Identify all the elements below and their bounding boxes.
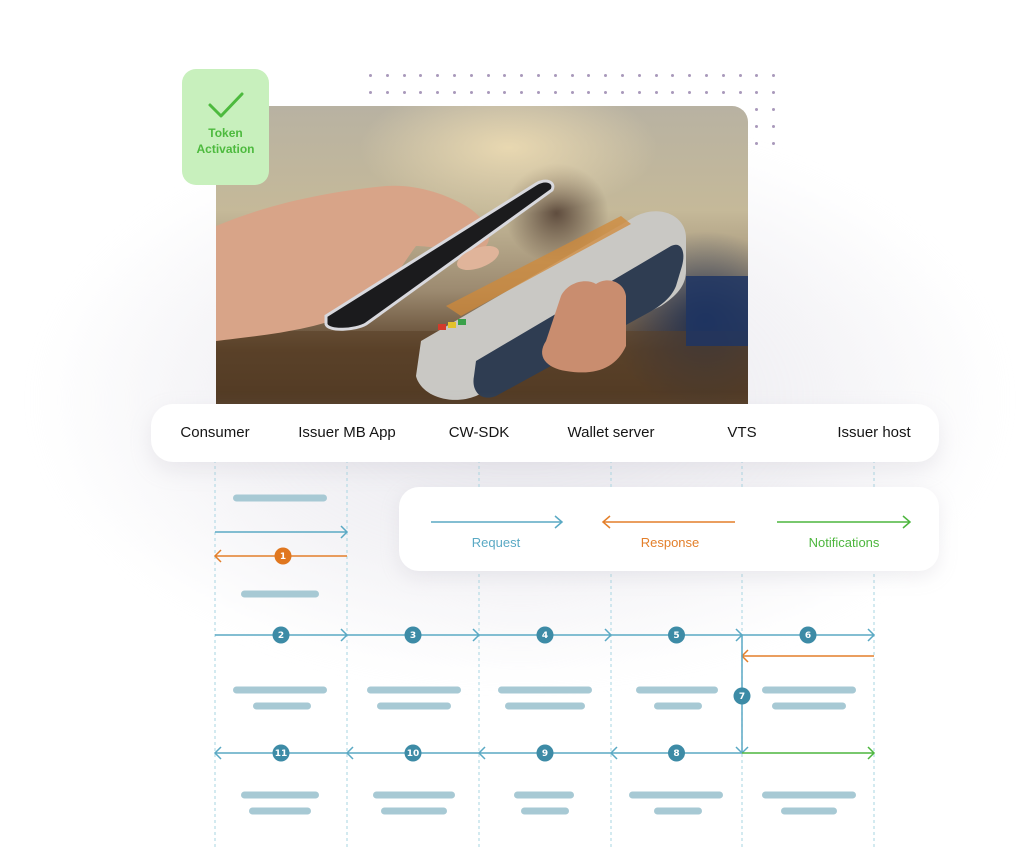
step-number: 4 bbox=[542, 631, 548, 641]
step-badge-6: 6 bbox=[799, 626, 817, 644]
placeholder-bar bbox=[381, 807, 447, 815]
lane-header-consumer: Consumer bbox=[180, 424, 250, 441]
step-badge-8: 8 bbox=[668, 744, 685, 762]
placeholder-bar bbox=[514, 791, 574, 799]
placeholder-bar bbox=[233, 494, 327, 502]
placeholder-bar bbox=[249, 807, 311, 815]
placeholder-bar bbox=[498, 686, 592, 694]
request-arrow-icon bbox=[431, 515, 564, 529]
placeholder-bar bbox=[241, 791, 319, 799]
lanes-header: Consumer Issuer MB App CW-SDK Wallet server… bbox=[151, 404, 939, 462]
step-badge-10: 10 bbox=[404, 744, 422, 762]
lane-header-issuer-mb-app: Issuer MB App bbox=[298, 424, 396, 441]
notification-arrow-icon bbox=[777, 515, 912, 529]
step-badge-5: 5 bbox=[668, 626, 685, 644]
legend-label-response: Response bbox=[640, 535, 700, 550]
placeholder-bar bbox=[636, 686, 718, 694]
placeholder-bar bbox=[762, 686, 856, 694]
step-badge-1: 1 bbox=[274, 547, 292, 565]
legend-item-notifications: Notifications bbox=[769, 487, 919, 571]
placeholder-bar bbox=[781, 807, 837, 815]
placeholder-bar bbox=[762, 791, 856, 799]
placeholder-bar bbox=[253, 702, 311, 710]
step-badge-9: 9 bbox=[536, 744, 554, 762]
lane-header-wallet-server: Wallet server bbox=[567, 424, 655, 441]
placeholder-bar bbox=[241, 590, 319, 598]
response-arrow-icon bbox=[601, 515, 735, 529]
placeholder-bar bbox=[654, 807, 702, 815]
step-number: 11 bbox=[275, 749, 288, 759]
placeholder-bar bbox=[373, 791, 455, 799]
step-badge-3: 3 bbox=[404, 626, 422, 644]
step-badge-7: 7 bbox=[733, 687, 751, 705]
placeholder-bar bbox=[521, 807, 569, 815]
lane-header-issuer-host: Issuer host bbox=[837, 424, 911, 441]
message-response-7 bbox=[740, 649, 874, 663]
step-number: 7 bbox=[739, 692, 745, 702]
legend-item-request: Request bbox=[421, 487, 571, 571]
step-badge-11: 11 bbox=[272, 744, 290, 762]
step-badge-4: 4 bbox=[536, 626, 554, 644]
step-number: 9 bbox=[542, 749, 548, 759]
legend-item-response: Response bbox=[595, 487, 745, 571]
placeholder-bar bbox=[233, 686, 327, 694]
placeholder-bar bbox=[772, 702, 846, 710]
step-number: 1 bbox=[280, 552, 286, 562]
placeholder-bar bbox=[505, 702, 585, 710]
step-number: 3 bbox=[410, 631, 416, 641]
lane-header-cw-sdk: CW-SDK bbox=[448, 424, 510, 441]
step-number: 5 bbox=[673, 631, 679, 641]
message-request-0 bbox=[215, 525, 349, 539]
step-badge-2: 2 bbox=[272, 626, 290, 644]
placeholder-bar bbox=[654, 702, 702, 710]
step-number: 2 bbox=[278, 631, 284, 641]
legend-label-request: Request bbox=[471, 535, 521, 550]
step-number: 10 bbox=[407, 749, 420, 759]
message-notification-10 bbox=[742, 746, 876, 760]
placeholder-bar bbox=[629, 791, 723, 799]
lane-header-vts: VTS bbox=[727, 424, 757, 441]
legend: Request Response Notifications bbox=[399, 487, 939, 571]
placeholder-bar bbox=[377, 702, 451, 710]
placeholder-bar bbox=[367, 686, 461, 694]
step-number: 8 bbox=[673, 749, 679, 759]
legend-label-notifications: Notifications bbox=[808, 535, 880, 550]
step-number: 6 bbox=[805, 631, 811, 641]
